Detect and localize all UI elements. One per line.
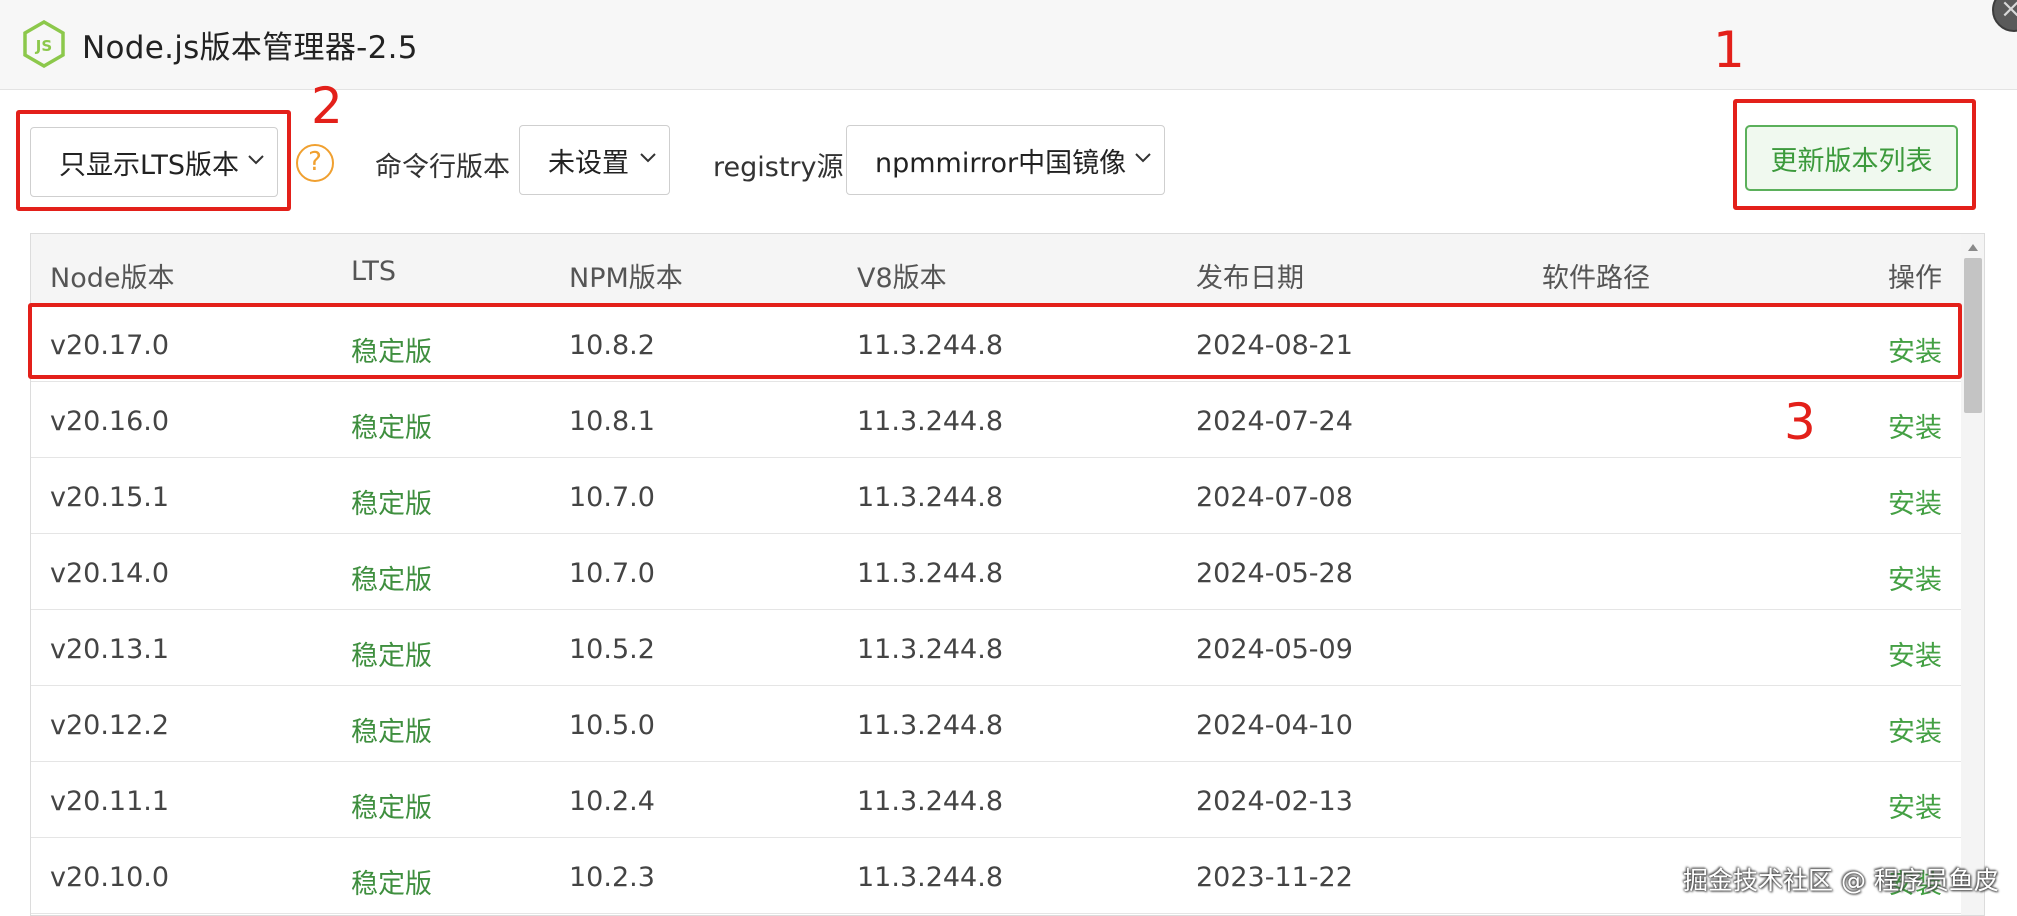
- cell-node-version: v20.11.1: [50, 786, 170, 817]
- nodejs-hexagon-icon: JS: [23, 20, 65, 68]
- header-action: 操作: [1888, 263, 1942, 294]
- cell-npm-version: 10.8.1: [569, 406, 655, 437]
- help-icon[interactable]: ?: [296, 144, 334, 182]
- cell-npm-version: 10.2.3: [569, 862, 655, 893]
- cell-node-version: v20.13.1: [50, 634, 170, 665]
- cell-node-version: v20.17.0: [50, 330, 170, 361]
- header-lts: LTS: [351, 256, 396, 287]
- install-link[interactable]: 安装: [1888, 710, 1942, 749]
- window-title: Node.js版本管理器-2.5: [82, 30, 418, 66]
- table-row[interactable]: v20.10.0 稳定版 10.2.3 11.3.244.8 2023-11-2…: [31, 838, 1961, 914]
- vertical-scrollbar[interactable]: [1961, 234, 1984, 915]
- cell-v8-version: 11.3.244.8: [857, 330, 1003, 361]
- logo-text: JS: [35, 37, 52, 55]
- annotation-number-3: 3: [1784, 393, 1816, 451]
- cell-release-date: 2024-04-10: [1196, 710, 1353, 741]
- lts-filter-select[interactable]: 只显示LTS版本: [30, 127, 278, 197]
- chevron-down-icon: [640, 153, 656, 163]
- cell-node-version: v20.10.0: [50, 862, 170, 893]
- table-row[interactable]: v20.12.2 稳定版 10.5.0 11.3.244.8 2024-04-1…: [31, 686, 1961, 762]
- table-header: Node版本 LTS NPM版本 V8版本 发布日期 软件路径 操作: [31, 234, 1961, 306]
- cell-lts: 稳定版: [351, 565, 432, 596]
- cell-npm-version: 10.2.4: [569, 786, 655, 817]
- install-link[interactable]: 安装: [1888, 558, 1942, 597]
- cell-lts: 稳定版: [351, 717, 432, 748]
- header-node-version: Node版本: [50, 263, 175, 294]
- watermark: 掘金技术社区 @ 程序员鱼皮: [1683, 866, 1999, 895]
- install-link[interactable]: 安装: [1888, 482, 1942, 521]
- cell-node-version: v20.14.0: [50, 558, 170, 589]
- chevron-down-icon: [248, 155, 264, 165]
- header-install-path: 软件路径: [1542, 263, 1650, 294]
- cell-v8-version: 11.3.244.8: [857, 710, 1003, 741]
- scrollbar-thumb[interactable]: [1964, 258, 1982, 413]
- cell-v8-version: 11.3.244.8: [857, 786, 1003, 817]
- cli-version-value: 未设置: [548, 147, 629, 179]
- annotation-number-1: 1: [1713, 21, 1745, 79]
- cell-v8-version: 11.3.244.8: [857, 862, 1003, 893]
- lts-filter-value: 只显示LTS版本: [59, 149, 239, 181]
- cell-node-version: v20.16.0: [50, 406, 170, 437]
- header-v8-version: V8版本: [857, 263, 947, 294]
- cell-npm-version: 10.7.0: [569, 482, 655, 513]
- cell-node-version: v20.12.2: [50, 710, 170, 741]
- cell-release-date: 2024-02-13: [1196, 786, 1353, 817]
- cell-release-date: 2023-11-22: [1196, 862, 1353, 893]
- cell-release-date: 2024-05-09: [1196, 634, 1353, 665]
- cell-release-date: 2024-08-21: [1196, 330, 1353, 361]
- cell-lts: 稳定版: [351, 489, 432, 520]
- cell-lts: 稳定版: [351, 641, 432, 672]
- chevron-down-icon: [1135, 153, 1151, 163]
- cell-lts: 稳定版: [351, 413, 432, 444]
- table-row[interactable]: v20.11.1 稳定版 10.2.4 11.3.244.8 2024-02-1…: [31, 762, 1961, 838]
- close-icon[interactable]: [1992, 0, 2017, 32]
- cell-lts: 稳定版: [351, 793, 432, 824]
- registry-select[interactable]: npmmirror中国镜像: [846, 125, 1165, 195]
- cell-v8-version: 11.3.244.8: [857, 634, 1003, 665]
- install-link[interactable]: 安装: [1888, 786, 1942, 825]
- table-row[interactable]: v20.15.1 稳定版 10.7.0 11.3.244.8 2024-07-0…: [31, 458, 1961, 534]
- cli-version-label: 命令行版本: [375, 152, 510, 183]
- registry-label: registry源: [713, 152, 844, 183]
- cell-release-date: 2024-05-28: [1196, 558, 1353, 589]
- cell-npm-version: 10.7.0: [569, 558, 655, 589]
- cli-version-select[interactable]: 未设置: [519, 125, 670, 195]
- table-row[interactable]: v20.14.0 稳定版 10.7.0 11.3.244.8 2024-05-2…: [31, 534, 1961, 610]
- update-version-list-button[interactable]: 更新版本列表: [1745, 125, 1958, 191]
- header-release-date: 发布日期: [1196, 263, 1304, 294]
- cell-lts: 稳定版: [351, 869, 432, 900]
- cell-release-date: 2024-07-08: [1196, 482, 1353, 513]
- cell-npm-version: 10.8.2: [569, 330, 655, 361]
- table-row[interactable]: v20.13.1 稳定版 10.5.2 11.3.244.8 2024-05-0…: [31, 610, 1961, 686]
- version-table: Node版本 LTS NPM版本 V8版本 发布日期 软件路径 操作 v20.1…: [30, 233, 1985, 916]
- cell-v8-version: 11.3.244.8: [857, 482, 1003, 513]
- cell-release-date: 2024-07-24: [1196, 406, 1353, 437]
- cell-node-version: v20.15.1: [50, 482, 170, 513]
- cell-npm-version: 10.5.2: [569, 634, 655, 665]
- install-link[interactable]: 安装: [1888, 634, 1942, 673]
- cell-v8-version: 11.3.244.8: [857, 406, 1003, 437]
- header-npm-version: NPM版本: [569, 263, 683, 294]
- table-row[interactable]: v20.16.0 稳定版 10.8.1 11.3.244.8 2024-07-2…: [31, 382, 1961, 458]
- annotation-number-2: 2: [311, 77, 343, 135]
- install-link[interactable]: 安装: [1888, 406, 1942, 445]
- cell-npm-version: 10.5.0: [569, 710, 655, 741]
- cell-lts: 稳定版: [351, 337, 432, 368]
- install-link[interactable]: 安装: [1888, 330, 1942, 369]
- registry-value: npmmirror中国镜像: [875, 147, 1127, 179]
- cell-v8-version: 11.3.244.8: [857, 558, 1003, 589]
- scroll-up-icon[interactable]: [1968, 244, 1978, 251]
- table-row[interactable]: v20.17.0 稳定版 10.8.2 11.3.244.8 2024-08-2…: [31, 306, 1961, 382]
